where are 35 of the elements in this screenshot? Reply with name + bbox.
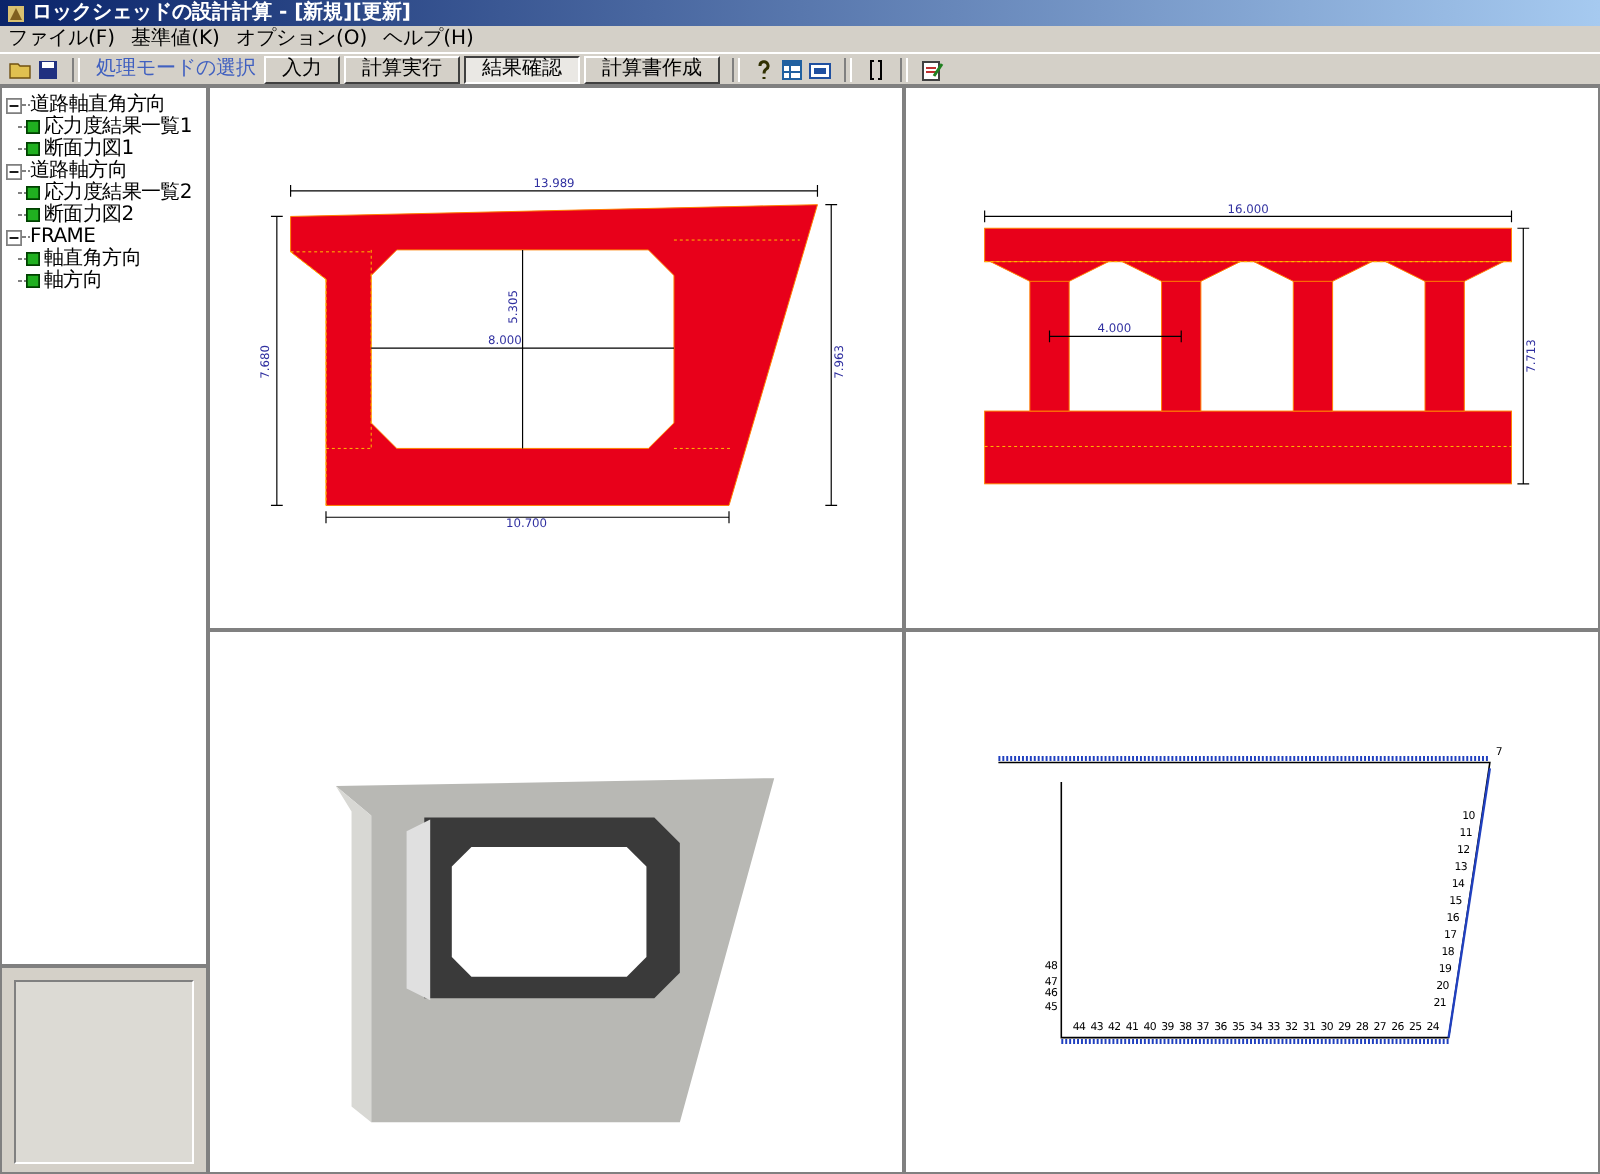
mode-tab[interactable]: 入力	[264, 55, 340, 83]
mode-tab[interactable]: 計算実行	[344, 55, 460, 83]
window-icon[interactable]	[808, 57, 832, 81]
menu-item[interactable]: ヘルプ(H)	[383, 27, 474, 51]
leaf-node-icon	[26, 252, 40, 266]
expander-icon[interactable]	[6, 97, 22, 113]
tree-item[interactable]: 道路軸方向	[30, 160, 128, 182]
leaf-node-icon	[26, 142, 40, 156]
leaf-node-icon	[26, 120, 40, 134]
tree-item[interactable]: 軸方向	[44, 270, 103, 292]
tree-item[interactable]: 応力度結果一覧2	[44, 182, 192, 204]
tree-item[interactable]: FRAME	[30, 226, 96, 248]
expander-icon[interactable]	[6, 229, 22, 245]
help-icon[interactable]	[752, 57, 776, 81]
expander-icon[interactable]	[6, 163, 22, 179]
tree-item[interactable]: 断面力図1	[44, 138, 134, 160]
leaf-node-icon	[26, 208, 40, 222]
mode-tab[interactable]: 結果確認	[464, 55, 580, 83]
save-icon[interactable]	[36, 57, 60, 81]
leaf-node-icon	[26, 274, 40, 288]
mode-label: 処理モードの選択	[94, 57, 258, 81]
tree-item[interactable]: 断面力図2	[44, 204, 134, 226]
app-icon	[6, 3, 26, 23]
menu-item[interactable]: オプション(O)	[235, 27, 368, 51]
leaf-node-icon	[26, 186, 40, 200]
menu-item[interactable]: 基準値(K)	[131, 27, 220, 51]
tree-item[interactable]: 軸直角方向	[44, 248, 142, 270]
mode-tab[interactable]: 計算書作成	[584, 55, 720, 83]
tree-item[interactable]: 応力度結果一覧1	[44, 116, 192, 138]
bracket-icon[interactable]	[864, 57, 888, 81]
edit-sheet-icon[interactable]	[920, 57, 944, 81]
window-title: ロックシェッドの設計計算 - [新規][更新]	[32, 1, 411, 25]
table-icon[interactable]	[780, 57, 804, 81]
tree-item[interactable]: 道路軸直角方向	[30, 94, 166, 116]
menu-item[interactable]: ファイル(F)	[8, 27, 116, 51]
